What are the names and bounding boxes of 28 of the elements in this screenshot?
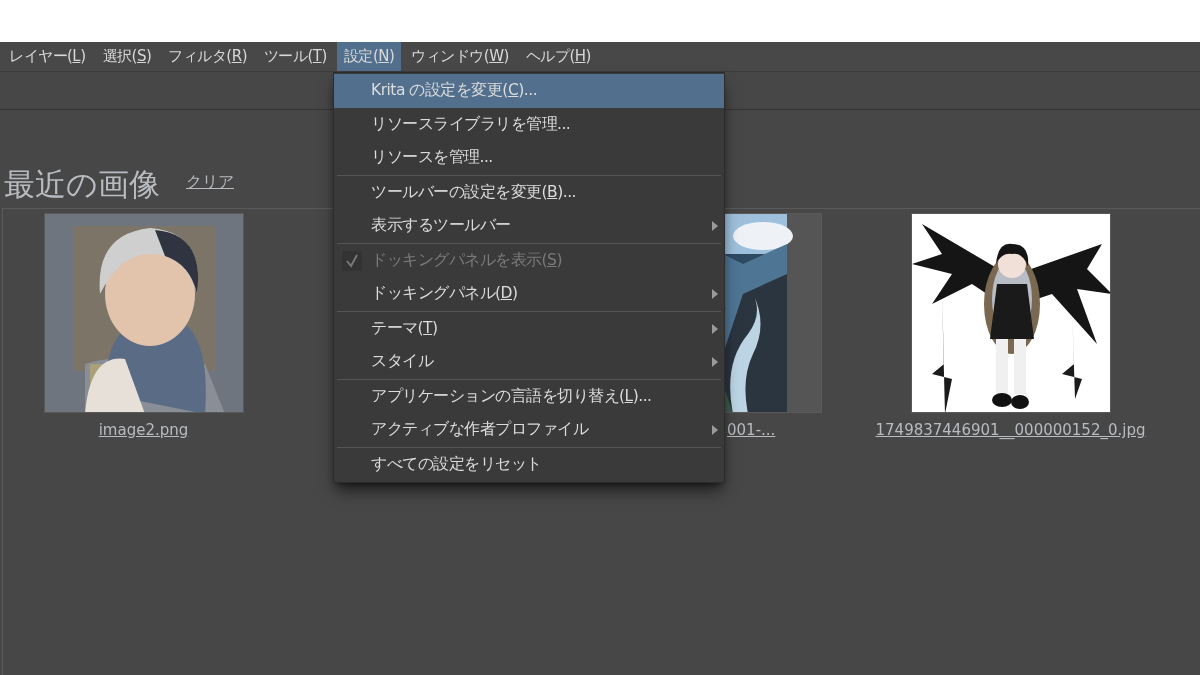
file-link[interactable]: 001-... xyxy=(727,419,776,442)
menu-item[interactable]: Krita の設定を変更(C)... xyxy=(334,74,724,108)
submenu-arrow-icon xyxy=(712,323,718,334)
menu-item[interactable]: すべての設定をリセット xyxy=(334,447,724,481)
menu-item[interactable]: テーマ(T) xyxy=(334,311,724,345)
menu-item[interactable]: アクティブな作者プロファイル xyxy=(334,413,724,447)
menu-item[interactable]: ドッキングパネル(D) xyxy=(334,277,724,311)
file-link[interactable]: 1749837446901__000000152_0.jpg xyxy=(875,419,1146,442)
menu-item[interactable]: レイヤー(L) xyxy=(2,42,93,71)
menu-item[interactable]: アプリケーションの言語を切り替え(L)... xyxy=(334,379,724,413)
submenu-arrow-icon xyxy=(712,221,718,231)
menu-item[interactable]: 設定(N) xyxy=(336,42,402,71)
menu-item[interactable]: ヘルプ(H) xyxy=(518,42,598,71)
section-title: 最近の画像 xyxy=(4,169,160,200)
menu-item[interactable]: 表示するツールバー xyxy=(334,209,724,243)
menu-item[interactable]: リソースライブラリを管理... xyxy=(334,107,724,141)
clear-link[interactable]: クリア xyxy=(186,170,234,194)
submenu-arrow-icon xyxy=(712,289,718,299)
menu-item[interactable]: スタイル xyxy=(334,345,724,379)
submenu-arrow-icon xyxy=(712,357,718,367)
menu-item[interactable]: リソースを管理... xyxy=(334,141,724,175)
submenu-arrow-icon xyxy=(712,425,718,435)
menu-item[interactable]: ツールバーの設定を変更(B)... xyxy=(334,175,724,209)
menu-item[interactable]: 選択(S) xyxy=(95,42,159,71)
menu-item[interactable]: ウィンドウ(W) xyxy=(404,42,516,71)
menu-item[interactable]: ツール(T) xyxy=(257,42,334,71)
menu-item[interactable]: フィルタ(R) xyxy=(161,42,254,71)
file-link[interactable]: image2.png xyxy=(98,419,189,442)
